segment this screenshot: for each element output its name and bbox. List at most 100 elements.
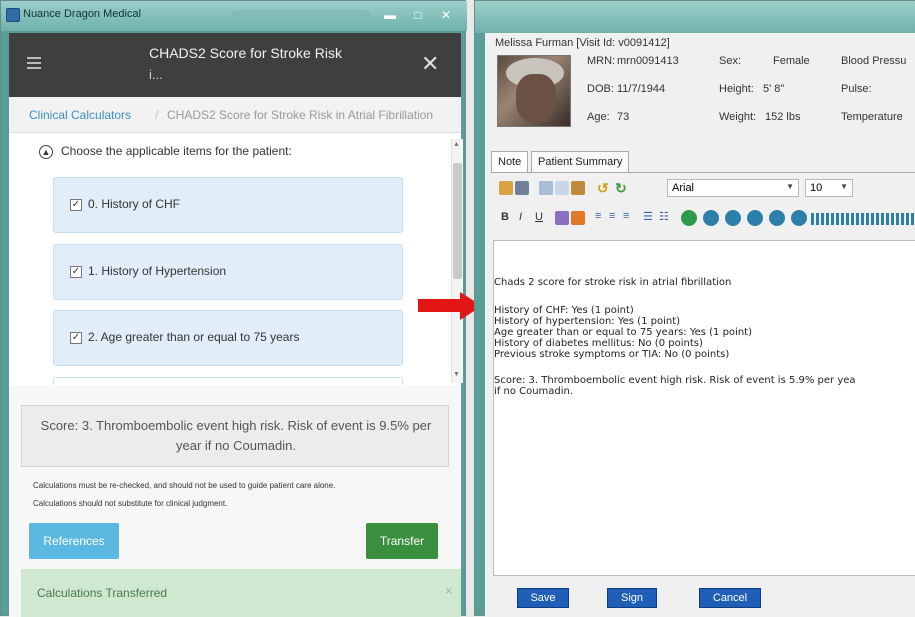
sex-label: Sex: [719, 55, 742, 67]
score-result-box: Score: 3. Thromboembolic event high risk… [21, 405, 449, 467]
bullet-list-icon[interactable]: ☰ [643, 210, 653, 223]
item-label: 1. History of Hypertension [88, 264, 227, 278]
note-line: History of diabetes mellitus: No (0 poin… [494, 338, 703, 349]
tab-note[interactable]: Note [491, 151, 529, 173]
editor-toolbar-format: B I U ≡ ≡ ≡ ☰ ☷ [499, 209, 915, 231]
close-icon[interactable]: ✕ [421, 51, 439, 77]
save-button[interactable]: Save [517, 588, 569, 608]
collapse-chevron-icon[interactable]: ▲ [39, 145, 53, 159]
note-line: Age greater than or equal to 75 years: Y… [494, 327, 752, 338]
patient-photo [497, 55, 571, 127]
cancel-button[interactable]: Cancel [699, 588, 761, 608]
highlight-icon[interactable] [555, 211, 569, 225]
align-left-icon[interactable]: ≡ [595, 210, 601, 222]
pause-icon[interactable] [769, 210, 785, 226]
ehr-note-window: Melissa Furman [Visit Id: v0091412] MRN:… [474, 0, 915, 617]
mrn-value: mrn0091413 [617, 55, 679, 67]
calculator-title-bar[interactable]: Nuance Dragon Medical ▬ □ ✕ [1, 1, 467, 31]
font-family-select[interactable]: Arial ▼ [667, 179, 799, 197]
age-value: 73 [617, 111, 630, 123]
mrn-label: MRN: [587, 55, 616, 67]
scroll-down-icon[interactable]: ▼ [453, 371, 460, 378]
dismiss-alert-icon[interactable]: × [445, 583, 453, 598]
copy-icon[interactable] [555, 181, 569, 195]
transfer-button[interactable]: Transfer [366, 523, 438, 559]
item-history-of-chf[interactable]: ✓ 0. History of CHF [53, 177, 403, 233]
note-line: Chads 2 score for stroke risk in atrial … [494, 277, 732, 288]
scroll-up-icon[interactable]: ▲ [453, 141, 460, 148]
score-result-text: Score: 3. Thromboembolic event high risk… [40, 418, 432, 453]
calculator-title-continued: i... [149, 67, 163, 82]
item-history-of-hypertension[interactable]: ✓ 1. History of Hypertension [53, 244, 403, 300]
align-right-icon[interactable]: ≡ [623, 210, 629, 222]
pulse-label: Pulse: [841, 83, 872, 95]
underline-button[interactable]: U [535, 211, 543, 223]
forward-icon[interactable] [747, 210, 763, 226]
paste-icon[interactable] [571, 181, 585, 195]
title-bar-blurred-area [231, 10, 371, 22]
numbered-list-icon[interactable]: ☷ [659, 210, 669, 223]
breadcrumb-separator: / [155, 108, 159, 122]
red-arrow-shaft [418, 299, 462, 312]
app-icon [6, 8, 20, 22]
note-line: History of CHF: Yes (1 point) [494, 305, 634, 316]
dob-value: 11/7/1944 [617, 83, 666, 95]
rewind-icon[interactable] [725, 210, 741, 226]
note-editor[interactable]: Chads 2 score for stroke risk in atrial … [493, 240, 915, 576]
note-tabs: Note Patient Summary [491, 151, 915, 173]
scroll-thumb[interactable] [453, 163, 462, 279]
calculator-header: CHADS2 Score for Stroke Risk i... ✕ [9, 33, 461, 97]
transfer-status-alert: Calculations Transferred × [21, 569, 461, 617]
note-line: if no Coumadin. [494, 386, 574, 397]
references-button[interactable]: References [29, 523, 119, 559]
minimize-icon[interactable]: ▬ [377, 6, 403, 24]
note-line: Previous stroke symptoms or TIA: No (0 p… [494, 349, 730, 360]
height-label: Height: [719, 83, 754, 95]
note-line: Score: 3. Thromboembolic event high risk… [494, 375, 856, 386]
dob-label: DOB: [587, 83, 614, 95]
cut-icon[interactable] [539, 181, 553, 195]
hamburger-menu-icon[interactable] [27, 57, 41, 69]
undo-icon[interactable]: ↺ [597, 180, 609, 197]
blood-pressure-label: Blood Pressu [841, 55, 907, 67]
font-size-value: 10 [810, 182, 823, 194]
items-scrollbar[interactable]: ▲ ▼ [451, 139, 463, 383]
calculator-window: Nuance Dragon Medical ▬ □ ✕ CHADS2 Score… [0, 0, 467, 617]
breadcrumb-link-clinical-calculators[interactable]: Clinical Calculators [29, 108, 131, 122]
age-label: Age: [587, 111, 610, 123]
stop-icon[interactable] [791, 210, 807, 226]
dictation-icon[interactable] [681, 210, 697, 226]
chevron-down-icon: ▼ [840, 182, 848, 191]
maximize-icon[interactable]: □ [405, 6, 431, 24]
editor-toolbar-top: ↺ ↻ Arial ▼ 10 ▼ [499, 179, 915, 201]
note-button-bar: Save Sign Cancel [493, 576, 915, 617]
font-size-select[interactable]: 10 ▼ [805, 179, 853, 197]
play-icon[interactable] [703, 210, 719, 226]
item-label: 0. History of CHF [88, 197, 181, 211]
checkbox-checked-icon[interactable]: ✓ [70, 199, 82, 211]
sex-value: Female [773, 55, 810, 67]
ehr-title-bar[interactable] [475, 1, 915, 33]
checkbox-checked-icon[interactable]: ✓ [70, 266, 82, 278]
choose-items-label: Choose the applicable items for the pati… [61, 144, 292, 158]
calculator-title: CHADS2 Score for Stroke Risk [149, 45, 342, 61]
open-icon[interactable] [499, 181, 513, 195]
print-icon[interactable] [515, 181, 529, 195]
redo-icon[interactable]: ↻ [615, 180, 627, 197]
window-close-icon[interactable]: ✕ [433, 6, 459, 24]
item-age-75-or-older[interactable]: ✓ 2. Age greater than or equal to 75 yea… [53, 310, 403, 366]
italic-button[interactable]: I [519, 211, 522, 223]
note-line: History of hypertension: Yes (1 point) [494, 316, 681, 327]
bold-button[interactable]: B [501, 211, 509, 223]
score-panel: Score: 3. Thromboembolic event high risk… [9, 385, 461, 617]
tab-patient-summary[interactable]: Patient Summary [531, 151, 630, 173]
checkbox-checked-icon[interactable]: ✓ [70, 332, 82, 344]
window-title: Nuance Dragon Medical [23, 8, 142, 20]
text-color-icon[interactable] [571, 211, 585, 225]
font-family-value: Arial [672, 182, 695, 194]
chevron-down-icon: ▼ [786, 182, 794, 191]
weight-value: 152 lbs [765, 111, 801, 123]
sign-button[interactable]: Sign [607, 588, 657, 608]
calculator-items-panel: ▲ Choose the applicable items for the pa… [9, 133, 463, 385]
align-center-icon[interactable]: ≡ [609, 210, 615, 222]
